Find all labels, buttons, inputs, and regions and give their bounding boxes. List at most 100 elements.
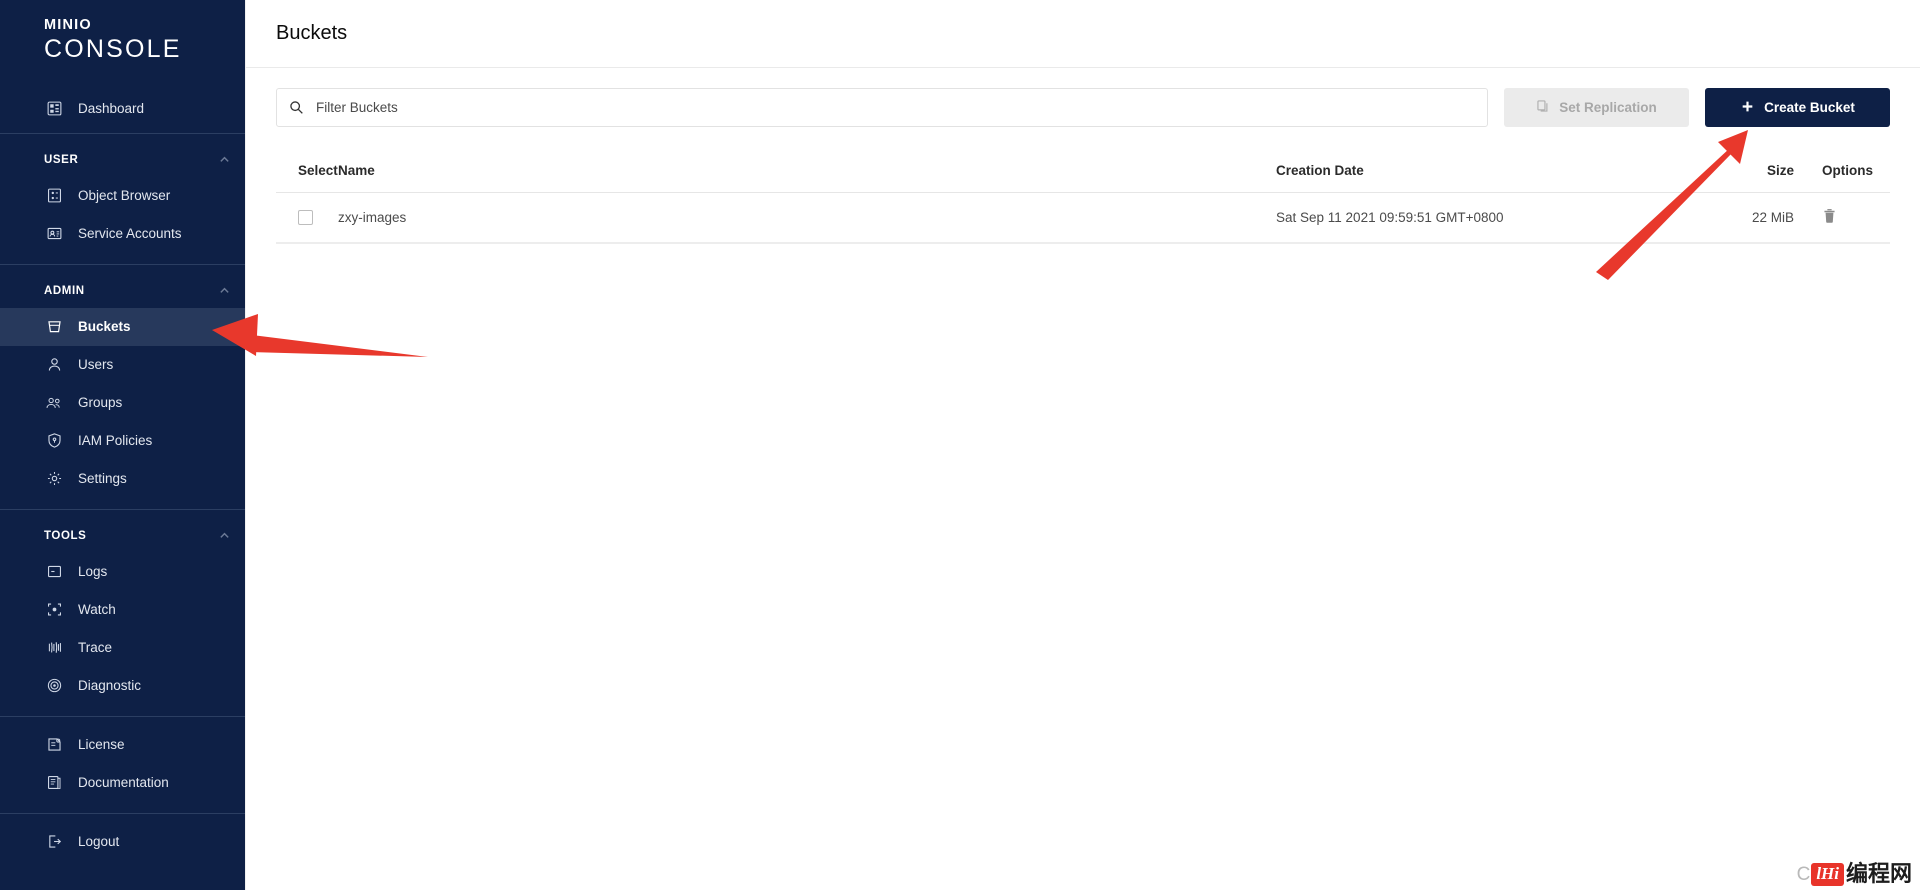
sidebar-item-label: License bbox=[78, 737, 125, 753]
diagnostic-icon bbox=[44, 676, 64, 696]
row-size: 22 MiB bbox=[1706, 192, 1794, 243]
plus-icon bbox=[1740, 99, 1755, 117]
column-header-name: Name bbox=[338, 149, 1276, 193]
buckets-table: Select Name Creation Date Size Options z… bbox=[276, 149, 1890, 243]
sidebar-item-label: Logout bbox=[78, 834, 120, 850]
row-bucket-name: zxy-images bbox=[338, 192, 1276, 243]
watermark-prefix: C bbox=[1796, 863, 1811, 885]
brand-logo-minio: MINIO bbox=[44, 17, 92, 33]
search-input[interactable] bbox=[316, 100, 1475, 115]
sidebar-section-tools: TOOLS Logs Watch Trace Diagnostic bbox=[0, 515, 245, 711]
set-replication-label: Set Replication bbox=[1559, 100, 1657, 115]
column-header-size: Size bbox=[1706, 149, 1794, 193]
dashboard-icon bbox=[44, 99, 64, 119]
table-head: Select Name Creation Date Size Options bbox=[276, 149, 1890, 193]
table-row[interactable]: zxy-images Sat Sep 11 2021 09:59:51 GMT+… bbox=[276, 192, 1890, 243]
watch-icon bbox=[44, 600, 64, 620]
watermark: C lHi 编程网 bbox=[1797, 863, 1912, 886]
watermark-badge: lHi bbox=[1811, 863, 1844, 886]
sidebar-section-title: USER bbox=[44, 153, 79, 166]
sidebar-item-logout[interactable]: Logout bbox=[0, 823, 245, 861]
sidebar-section-header-user[interactable]: USER bbox=[0, 143, 245, 177]
sidebar-item-trace[interactable]: Trace bbox=[0, 629, 245, 667]
sidebar-item-label: Settings bbox=[78, 471, 127, 487]
license-icon bbox=[44, 735, 64, 755]
logs-icon bbox=[44, 562, 64, 582]
app-root: MINIO CONSOLE Dashboard USER Object Brow… bbox=[0, 0, 1920, 890]
sidebar-item-iam-policies[interactable]: IAM Policies bbox=[0, 422, 245, 460]
object-browser-icon bbox=[44, 186, 64, 206]
column-header-select: Select bbox=[276, 149, 338, 193]
sidebar-item-label: IAM Policies bbox=[78, 433, 153, 449]
shield-icon bbox=[44, 431, 64, 451]
user-icon bbox=[44, 355, 64, 375]
sidebar-item-documentation[interactable]: Documentation bbox=[0, 764, 245, 802]
set-replication-button[interactable]: Set Replication bbox=[1504, 88, 1689, 127]
sidebar-item-settings[interactable]: Settings bbox=[0, 460, 245, 498]
trash-icon[interactable] bbox=[1822, 208, 1837, 224]
sidebar-item-label: Trace bbox=[78, 640, 113, 656]
groups-icon bbox=[44, 393, 64, 413]
row-select-checkbox[interactable] bbox=[298, 210, 313, 225]
sidebar-item-label: Users bbox=[78, 357, 114, 373]
sidebar-item-watch[interactable]: Watch bbox=[0, 591, 245, 629]
sidebar-divider-2 bbox=[0, 263, 245, 265]
chevron-up-icon bbox=[219, 154, 231, 166]
sidebar-item-label: Object Browser bbox=[78, 188, 171, 204]
sidebar-item-diagnostic[interactable]: Diagnostic bbox=[0, 667, 245, 705]
row-creation-date: Sat Sep 11 2021 09:59:51 GMT+0800 bbox=[1276, 192, 1706, 243]
page-title: Buckets bbox=[276, 22, 348, 44]
sidebar-item-dashboard[interactable]: Dashboard bbox=[0, 90, 245, 128]
sidebar-item-label: Watch bbox=[78, 602, 116, 618]
toolbar: Set Replication Create Bucket bbox=[246, 68, 1920, 127]
copy-icon bbox=[1536, 99, 1550, 116]
row-options-cell bbox=[1794, 192, 1890, 243]
sidebar-item-label: Diagnostic bbox=[78, 678, 142, 694]
buckets-table-container: Select Name Creation Date Size Options z… bbox=[276, 149, 1890, 244]
sidebar-divider-3 bbox=[0, 508, 245, 510]
table-body: zxy-images Sat Sep 11 2021 09:59:51 GMT+… bbox=[276, 192, 1890, 243]
sidebar-item-service-accounts[interactable]: Service Accounts bbox=[0, 215, 245, 253]
service-accounts-icon bbox=[44, 224, 64, 244]
create-bucket-button[interactable]: Create Bucket bbox=[1705, 88, 1890, 127]
sidebar-item-label: Dashboard bbox=[78, 101, 145, 117]
brand-logo-console: CONSOLE bbox=[44, 34, 182, 63]
row-select-cell bbox=[276, 192, 338, 243]
sidebar-section-user: USER Object Browser Service Accounts bbox=[0, 139, 245, 259]
sidebar-section-header-admin[interactable]: ADMIN bbox=[0, 274, 245, 308]
sidebar-item-groups[interactable]: Groups bbox=[0, 384, 245, 422]
watermark-text: 编程网 bbox=[1845, 861, 1912, 887]
sidebar-section-header-tools[interactable]: TOOLS bbox=[0, 519, 245, 553]
sidebar-item-label: Documentation bbox=[78, 775, 169, 791]
sidebar-section-title: TOOLS bbox=[44, 529, 87, 542]
sidebar-item-label: Groups bbox=[78, 395, 123, 411]
sidebar-divider-1 bbox=[0, 132, 245, 134]
brand-logo[interactable]: MINIO CONSOLE bbox=[0, 0, 245, 90]
bucket-icon bbox=[44, 317, 64, 337]
page-header: Buckets bbox=[246, 0, 1920, 68]
gear-icon bbox=[44, 469, 64, 489]
sidebar-item-buckets[interactable]: Buckets bbox=[0, 307, 245, 346]
search-container[interactable] bbox=[276, 88, 1488, 127]
sidebar-item-logs[interactable]: Logs bbox=[0, 553, 245, 591]
column-header-options: Options bbox=[1794, 149, 1890, 193]
logout-icon bbox=[44, 832, 64, 852]
sidebar-item-label: Logs bbox=[78, 564, 108, 580]
column-header-creation-date: Creation Date bbox=[1276, 149, 1706, 193]
sidebar-item-object-browser[interactable]: Object Browser bbox=[0, 177, 245, 215]
chevron-up-icon bbox=[219, 285, 231, 297]
sidebar-footer-group: License Documentation bbox=[0, 722, 245, 808]
sidebar-item-license[interactable]: License bbox=[0, 726, 245, 764]
create-bucket-label: Create Bucket bbox=[1764, 100, 1855, 115]
sidebar-item-users[interactable]: Users bbox=[0, 346, 245, 384]
sidebar-section-admin: ADMIN Buckets Users Groups IAM Policies … bbox=[0, 270, 245, 504]
main-content: Buckets Set Replic bbox=[245, 0, 1920, 890]
table-header-row: Select Name Creation Date Size Options bbox=[276, 149, 1890, 193]
documentation-icon bbox=[44, 773, 64, 793]
sidebar-divider-5 bbox=[0, 812, 245, 814]
sidebar-logout-group: Logout bbox=[0, 819, 245, 867]
sidebar-divider-4 bbox=[0, 715, 245, 717]
sidebar-section-title: ADMIN bbox=[44, 284, 85, 297]
sidebar-item-label: Service Accounts bbox=[78, 226, 182, 242]
sidebar: MINIO CONSOLE Dashboard USER Object Brow… bbox=[0, 0, 245, 890]
